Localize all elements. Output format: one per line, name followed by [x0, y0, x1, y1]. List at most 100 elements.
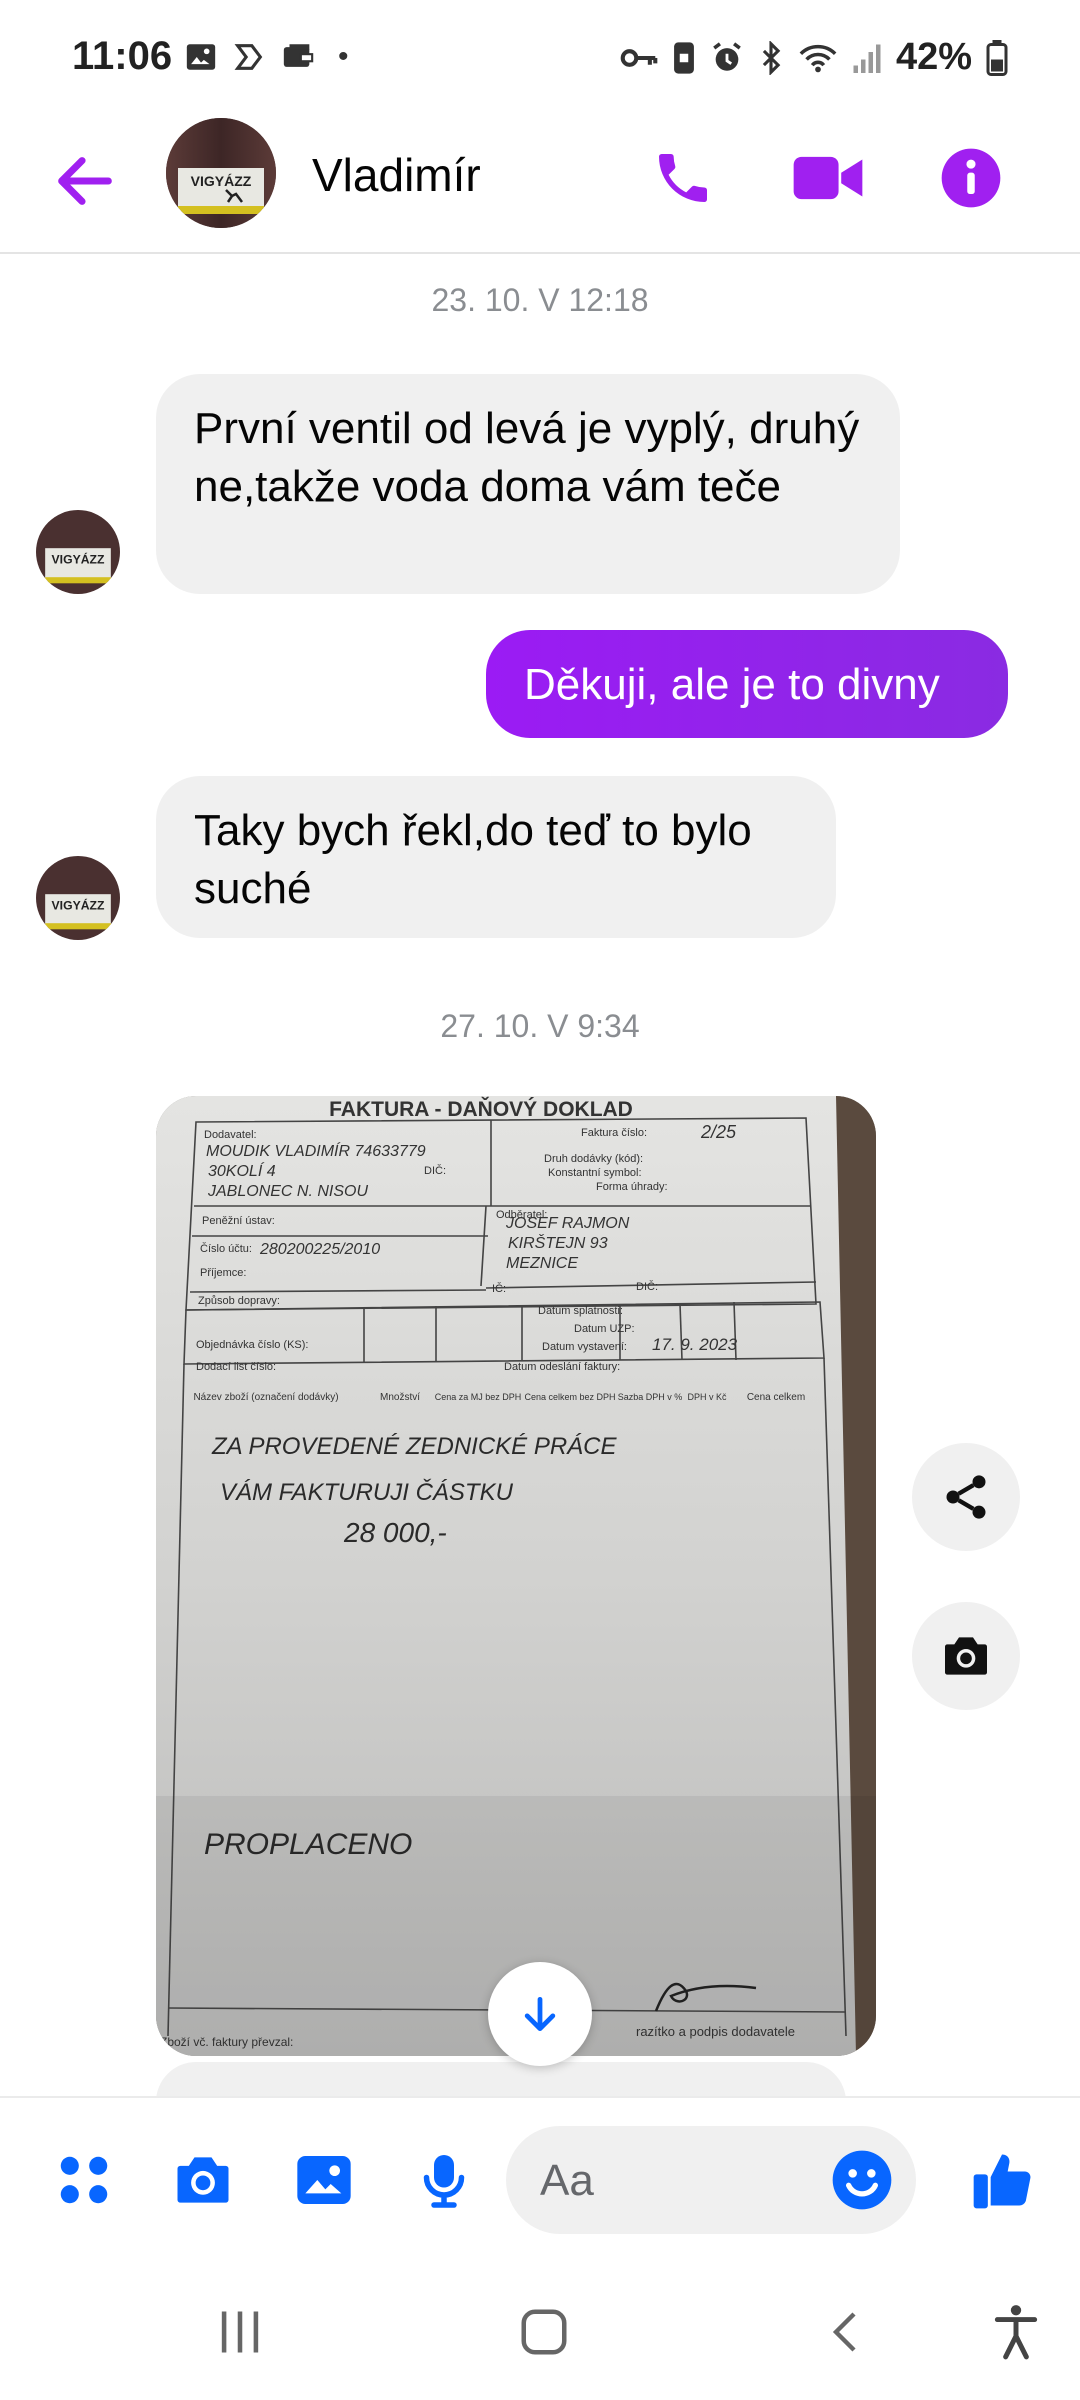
thumbs-up-icon	[973, 2154, 1031, 2209]
like-button[interactable]	[962, 2140, 1042, 2220]
avatar-image: VIGYÁZZ	[36, 510, 120, 594]
alarm-icon	[713, 41, 741, 71]
message-composer: Aa	[0, 2096, 1080, 2256]
timestamp: 27. 10. V 9:34	[440, 1008, 640, 1044]
supplier-line: MOUDIK VLADIMÍR 74633779	[206, 1141, 426, 1160]
more-actions-button[interactable]	[44, 2140, 124, 2220]
contact-avatar[interactable]: VIGYÁZZ	[166, 118, 276, 228]
key-icon	[620, 48, 658, 67]
faktura-label: Faktura číslo:	[581, 1127, 647, 1139]
status-system-icons: 42%	[620, 36, 1008, 79]
wifi-icon	[799, 44, 837, 72]
smiley-icon	[832, 2150, 892, 2210]
invoice-title: FAKTURA - DAŇOVÝ DOKLAD	[329, 1097, 633, 1121]
emoji-button[interactable]	[830, 2148, 894, 2212]
message-input[interactable]: Aa	[506, 2126, 916, 2234]
konst-label: Konstantní symbol:	[548, 1167, 642, 1179]
status-time: 11:06	[72, 34, 173, 78]
contact-name[interactable]: Vladimír	[312, 148, 481, 202]
outgoing-message[interactable]: Děkuji, ale je to divny	[486, 630, 1008, 738]
chevron-left-icon	[832, 2312, 856, 2352]
zpusob-label: Způsob dopravy:	[198, 1295, 280, 1307]
sender-avatar[interactable]: VIGYÁZZ	[36, 856, 120, 940]
phone-lock-icon	[674, 41, 694, 74]
video-call-button[interactable]	[788, 138, 868, 218]
objednavka-label: Objednávka číslo (KS):	[196, 1339, 309, 1351]
voice-message-button[interactable]	[404, 2140, 484, 2220]
vystaveni-value: 17. 9. 2023	[652, 1335, 738, 1354]
handwritten-line: ZA PROVEDENÉ ZEDNICKÉ PRÁCE	[211, 1433, 618, 1460]
chat-header: VIGYÁZZ Vladimír	[0, 112, 1080, 254]
recent-apps-button[interactable]	[200, 2292, 280, 2372]
audio-call-button[interactable]	[643, 138, 723, 218]
info-icon	[941, 148, 1001, 208]
col-header: Název zboží (označení dodávky)	[193, 1392, 338, 1403]
prijemce-label: Příjemce:	[200, 1267, 246, 1279]
camera-icon	[177, 2157, 229, 2203]
grid-dots-icon	[60, 2156, 108, 2204]
invoice-photo-message[interactable]: FAKTURA - DAŇOVÝ DOKLAD Dodavatel: Faktu…	[156, 1096, 876, 2056]
druh-label: Druh dodávky (kód):	[544, 1153, 643, 1165]
col-header: Cena celkem	[747, 1392, 805, 1403]
handwritten-line: 28 000,-	[343, 1517, 447, 1548]
vystaveni-label: Datum vystavení:	[542, 1341, 627, 1353]
dic2-label: DIČ:	[636, 1280, 658, 1293]
system-navigation-bar	[0, 2256, 1080, 2400]
avatar-sign-text: VIGYÁZZ	[52, 551, 105, 566]
avatar-sign-text: VIGYÁZZ	[191, 173, 252, 189]
status-dot: •	[338, 40, 349, 73]
dodaci-label: Dodací list číslo:	[196, 1361, 276, 1373]
dodavatel-label: Dodavatel:	[204, 1129, 257, 1141]
arrow-left-icon	[58, 157, 112, 205]
image-icon	[186, 44, 216, 70]
odberatel-line: MEZNICE	[506, 1255, 578, 1272]
incoming-message[interactable]: První ventil od levá je vyplý, druhý ne,…	[156, 374, 900, 594]
scroll-to-bottom-button[interactable]	[488, 1962, 592, 2066]
splatnost-label: Datum splatnosti:	[538, 1305, 623, 1317]
handwritten-line: VÁM FAKTURUJI ČÁSTKU	[220, 1478, 514, 1506]
video-camera-icon	[793, 156, 863, 200]
col-header: DPH v Kč	[687, 1392, 727, 1402]
home-button[interactable]	[504, 2292, 584, 2372]
avatar-sign-text: VIGYÁZZ	[52, 897, 105, 912]
recent-apps-icon	[221, 2311, 259, 2353]
uzp-label: Datum UZP:	[574, 1323, 635, 1335]
timestamp: 23. 10. V 12:18	[431, 282, 649, 318]
info-button[interactable]	[931, 138, 1011, 218]
penezni-label: Peněžní ústav:	[202, 1215, 275, 1227]
dic-label: DIČ:	[424, 1164, 446, 1177]
save-photo-button[interactable]	[912, 1602, 1020, 1710]
col-header: Cena celkem bez DPH	[524, 1392, 615, 1402]
camera-button[interactable]	[163, 2140, 243, 2220]
col-header: Cena za MJ bez DPH	[435, 1392, 522, 1402]
share-icon	[946, 1475, 986, 1519]
faktura-value: 2/25	[700, 1122, 737, 1142]
ic-label: IČ:	[492, 1282, 506, 1295]
odberatel-line: KIRŠTEJN 93	[508, 1233, 608, 1252]
odberatel-line: JOSEF RAJMON	[505, 1215, 630, 1232]
camera-icon	[945, 1637, 987, 1675]
back-button[interactable]	[50, 146, 120, 216]
incoming-message[interactable]: Taky bych řekl,do teď to bylo suché	[156, 776, 836, 938]
cislo-uctu-value: 280200225/2010	[259, 1241, 380, 1258]
status-bar: 11:06 • 42%	[0, 0, 1080, 120]
message-input-placeholder: Aa	[540, 2156, 594, 2205]
swirl-icon	[234, 44, 263, 70]
forma-label: Forma úhrady:	[596, 1181, 668, 1193]
avatar-image: VIGYÁZZ	[36, 856, 120, 940]
gallery-button[interactable]	[284, 2140, 364, 2220]
share-button[interactable]	[912, 1443, 1020, 1551]
image-icon	[297, 2156, 351, 2204]
avatar-image: VIGYÁZZ	[166, 118, 276, 228]
bluetooth-icon	[762, 40, 781, 75]
accessibility-button[interactable]	[976, 2292, 1056, 2372]
wallet-icon	[283, 44, 314, 67]
back-nav-button[interactable]	[806, 2292, 886, 2372]
sender-avatar[interactable]: VIGYÁZZ	[36, 510, 120, 594]
signal-icon	[853, 44, 881, 73]
col-header: Sazba DPH v %	[618, 1392, 683, 1402]
col-header: Množství	[380, 1392, 420, 1403]
invoice-photo: FAKTURA - DAŇOVÝ DOKLAD Dodavatel: Faktu…	[156, 1096, 876, 2056]
arrow-down-icon	[524, 1996, 556, 2032]
supplier-line: 30KOLÍ 4	[208, 1161, 276, 1180]
